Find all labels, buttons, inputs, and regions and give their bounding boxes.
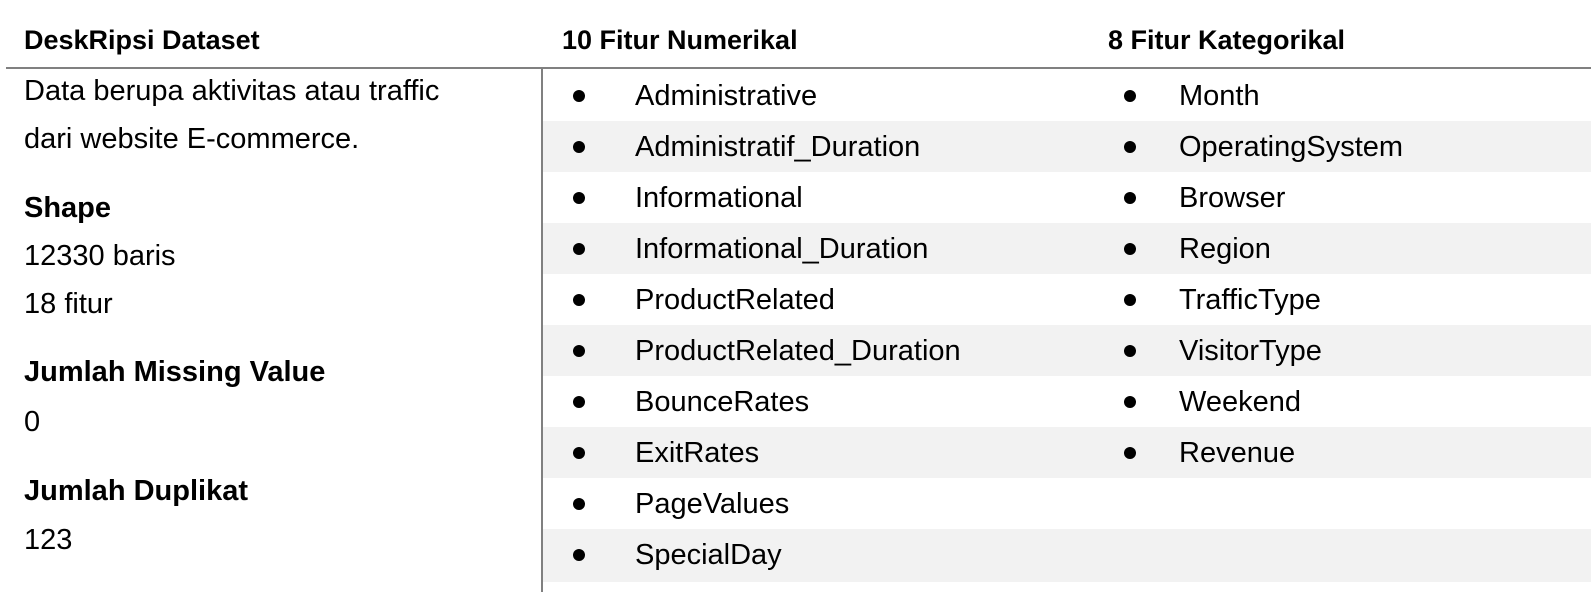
categorical-feature-item: Month	[1103, 70, 1591, 121]
header-categorical-features: 8 Fitur Kategorikal	[1108, 25, 1346, 55]
features-table: Administrative Month Administratif_Durat…	[543, 70, 1591, 582]
numerical-feature-label: ProductRelated_Duration	[635, 335, 961, 367]
missing-value-label: Jumlah Missing Value	[24, 356, 326, 388]
table-row: Administrative Month	[543, 70, 1591, 121]
numerical-feature-label: Administratif_Duration	[635, 131, 921, 163]
bullet-icon	[1124, 192, 1136, 204]
bullet-icon	[573, 243, 585, 255]
numerical-feature-item: BounceRates	[543, 376, 1083, 427]
table-row: Informational_Duration Region	[543, 223, 1591, 274]
header-numerical-features: 10 Fitur Numerikal	[562, 25, 798, 55]
categorical-feature-label: Month	[1179, 80, 1260, 112]
description-line-1: Data berupa aktivitas atau traffic	[24, 75, 440, 107]
numerical-feature-item: ProductRelated_Duration	[543, 325, 1083, 376]
bullet-icon	[1124, 345, 1136, 357]
numerical-feature-label: ExitRates	[635, 437, 760, 469]
shape-features: 18 fitur	[24, 288, 113, 320]
numerical-feature-item: Informational	[543, 172, 1083, 223]
bullet-icon	[1124, 396, 1136, 408]
categorical-feature-label: Weekend	[1179, 386, 1301, 418]
bullet-icon	[1124, 141, 1136, 153]
numerical-feature-item: Administrative	[543, 70, 1083, 121]
categorical-feature-item: Browser	[1103, 172, 1591, 223]
categorical-feature-label: VisitorType	[1179, 335, 1322, 367]
bullet-icon	[573, 447, 585, 459]
numerical-feature-label: BounceRates	[635, 386, 810, 418]
bullet-icon	[1124, 243, 1136, 255]
categorical-feature-label: Revenue	[1179, 437, 1296, 469]
bullet-icon	[573, 396, 585, 408]
numerical-feature-item: SpecialDay	[543, 529, 1083, 580]
bullet-icon	[573, 549, 585, 561]
table-row: ExitRates Revenue	[543, 427, 1591, 478]
table-row: BounceRates Weekend	[543, 376, 1591, 427]
categorical-feature-item: VisitorType	[1103, 325, 1591, 376]
bullet-icon	[573, 90, 585, 102]
numerical-feature-label: Informational	[635, 182, 803, 214]
table-row: SpecialDay	[543, 529, 1591, 582]
bullet-icon	[573, 294, 585, 306]
numerical-feature-label: PageValues	[635, 488, 790, 520]
table-row: ProductRelated_Duration VisitorType	[543, 325, 1591, 376]
description-line-2: dari website E-commerce.	[24, 123, 360, 155]
bullet-icon	[1124, 294, 1136, 306]
categorical-feature-label: OperatingSystem	[1179, 131, 1404, 163]
categorical-feature-item: Weekend	[1103, 376, 1591, 427]
bullet-icon	[1124, 447, 1136, 459]
missing-value: 0	[24, 406, 41, 438]
categorical-feature-item: OperatingSystem	[1103, 121, 1591, 172]
numerical-feature-label: SpecialDay	[635, 539, 782, 571]
table-row: Administratif_Duration OperatingSystem	[543, 121, 1591, 172]
header-rule	[6, 67, 1591, 69]
numerical-feature-item: Administratif_Duration	[543, 121, 1083, 172]
categorical-feature-item: Revenue	[1103, 427, 1591, 478]
duplicate-label: Jumlah Duplikat	[24, 475, 248, 507]
bullet-icon	[1124, 90, 1136, 102]
numerical-feature-item: ProductRelated	[543, 274, 1083, 325]
numerical-feature-label: ProductRelated	[635, 284, 835, 316]
numerical-feature-label: Administrative	[635, 80, 818, 112]
duplicate-value: 123	[24, 524, 73, 556]
numerical-feature-item: ExitRates	[543, 427, 1083, 478]
categorical-feature-item: Region	[1103, 223, 1591, 274]
table-row: ProductRelated TrafficType	[543, 274, 1591, 325]
shape-rows: 12330 baris	[24, 240, 176, 272]
numerical-feature-item: PageValues	[543, 478, 1083, 529]
categorical-feature-item: TrafficType	[1103, 274, 1591, 325]
table-row: Informational Browser	[543, 172, 1591, 223]
categorical-feature-label: Browser	[1179, 182, 1286, 214]
header-description: DeskRipsi Dataset	[24, 25, 260, 55]
numerical-feature-label: Informational_Duration	[635, 233, 929, 265]
bullet-icon	[573, 498, 585, 510]
table-row: PageValues	[543, 478, 1591, 529]
numerical-feature-item: Informational_Duration	[543, 223, 1083, 274]
categorical-feature-label: TrafficType	[1179, 284, 1321, 316]
bullet-icon	[573, 192, 585, 204]
categorical-feature-label: Region	[1179, 233, 1271, 265]
bullet-icon	[573, 141, 585, 153]
dataset-description-table: DeskRipsi Dataset 10 Fitur Numerikal 8 F…	[0, 0, 1591, 592]
bullet-icon	[573, 345, 585, 357]
shape-label: Shape	[24, 192, 112, 224]
